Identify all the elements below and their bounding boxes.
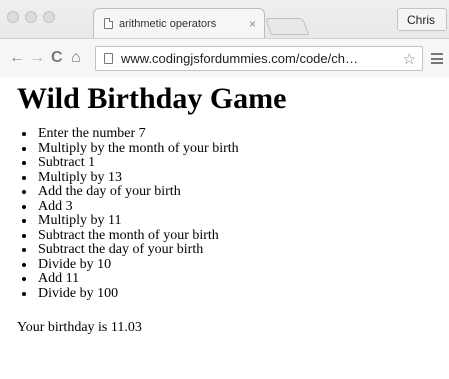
browser-toolbar: ← → C ⌂ www.codingjsfordummies.com/code/…: [0, 38, 449, 77]
steps-list: Enter the number 7 Multiply by the month…: [18, 126, 239, 302]
page-icon: [104, 53, 113, 64]
list-item: Subtract the day of your birth: [18, 242, 239, 258]
list-item: Multiply by the month of your birth: [18, 141, 239, 157]
list-item: Divide by 100: [18, 286, 239, 302]
browser-tab[interactable]: arithmetic operators ×: [93, 8, 265, 38]
list-item: Enter the number 7: [18, 126, 239, 142]
list-item: Subtract the month of your birth: [18, 228, 239, 244]
reload-icon[interactable]: C: [51, 48, 63, 68]
browser-chrome: arithmetic operators × Chris ← → C ⌂ www…: [0, 0, 449, 77]
new-tab-button[interactable]: [264, 18, 310, 35]
home-icon[interactable]: ⌂: [71, 48, 81, 68]
menu-icon[interactable]: [431, 53, 443, 64]
forward-arrow-icon[interactable]: →: [29, 48, 45, 68]
address-bar[interactable]: www.codingjsfordummies.com/code/ch… ☆: [95, 46, 423, 71]
back-arrow-icon[interactable]: ←: [9, 48, 25, 68]
list-item: Add 11: [18, 271, 239, 287]
minimize-window-button[interactable]: [25, 11, 37, 23]
tab-close-icon[interactable]: ×: [249, 18, 256, 30]
page-content: Wild Birthday Game Enter the number 7 Mu…: [0, 77, 449, 379]
list-item: Subtract 1: [18, 155, 239, 171]
list-item: Multiply by 11: [18, 213, 239, 229]
window-controls: [7, 11, 55, 23]
close-window-button[interactable]: [7, 11, 19, 23]
list-item: Add the day of your birth: [18, 184, 239, 200]
page-icon: [104, 18, 113, 29]
list-item: Divide by 10: [18, 257, 239, 273]
list-item: Multiply by 13: [18, 170, 239, 186]
profile-name: Chris: [407, 12, 436, 27]
result-text: Your birthday is 11.03: [17, 320, 142, 335]
page-title: Wild Birthday Game: [17, 82, 287, 115]
tab-title: arithmetic operators: [119, 17, 217, 30]
list-item: Add 3: [18, 199, 239, 215]
url-text[interactable]: www.codingjsfordummies.com/code/ch…: [121, 51, 399, 66]
maximize-window-button[interactable]: [43, 11, 55, 23]
profile-button[interactable]: Chris: [397, 8, 447, 31]
bookmark-star-icon[interactable]: ☆: [403, 50, 416, 68]
